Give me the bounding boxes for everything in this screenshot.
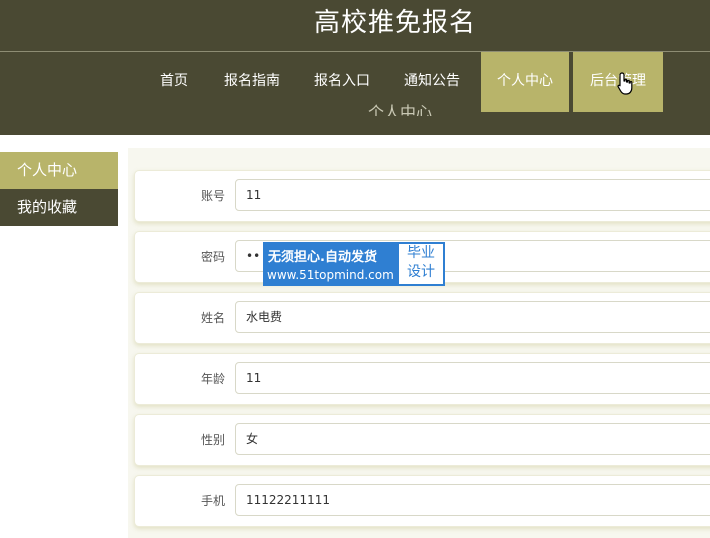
watermark-text-block: 无须担心.自动发货 www.51topmind.com [263,242,398,286]
watermark-url: www.51topmind.com [267,268,394,282]
sidebar-item-favorites[interactable]: 我的收藏 [0,189,118,226]
watermark-badge-line2: 设计 [407,264,435,280]
age-label: 年龄 [200,372,225,386]
gender-label: 性别 [200,433,225,447]
site-title: 高校推免报名 [313,8,476,38]
watermark-banner: 无须担心.自动发货 www.51topmind.com 毕业 设计 [263,242,445,286]
phone-input[interactable]: 11122211111 [235,484,710,516]
nav-item-guide[interactable]: 报名指南 [212,52,292,112]
password-label: 密码 [200,250,225,264]
sidebar-item-personal-center[interactable]: 个人中心 [0,152,118,189]
watermark-slogan: 无须担心.自动发货 [268,250,377,265]
nav-item-personal-center[interactable]: 个人中心 [481,52,569,112]
page-heading: 个人中心 [367,103,432,116]
account-input[interactable]: 11 [235,179,710,211]
sidebar: 个人中心 我的收藏 [0,152,118,226]
watermark-badge-line1: 毕业 [407,245,435,261]
account-label: 账号 [200,189,225,203]
nav-item-home[interactable]: 首页 [140,52,208,112]
gender-select[interactable]: 女 [235,423,710,455]
form-row-gender: 性别 女 [134,414,710,466]
hand-cursor-icon [617,72,633,95]
form-row-account: 账号 11 [134,170,710,222]
watermark-badge: 毕业 设计 [399,244,443,284]
name-input[interactable]: 水电费 [235,301,710,333]
form-row-age: 年龄 11 [134,353,710,405]
age-input[interactable]: 11 [235,362,710,394]
phone-label: 手机 [200,494,225,508]
form-row-name: 姓名 水电费 [134,292,710,344]
name-label: 姓名 [200,311,225,325]
form-row-phone: 手机 11122211111 [134,475,710,527]
